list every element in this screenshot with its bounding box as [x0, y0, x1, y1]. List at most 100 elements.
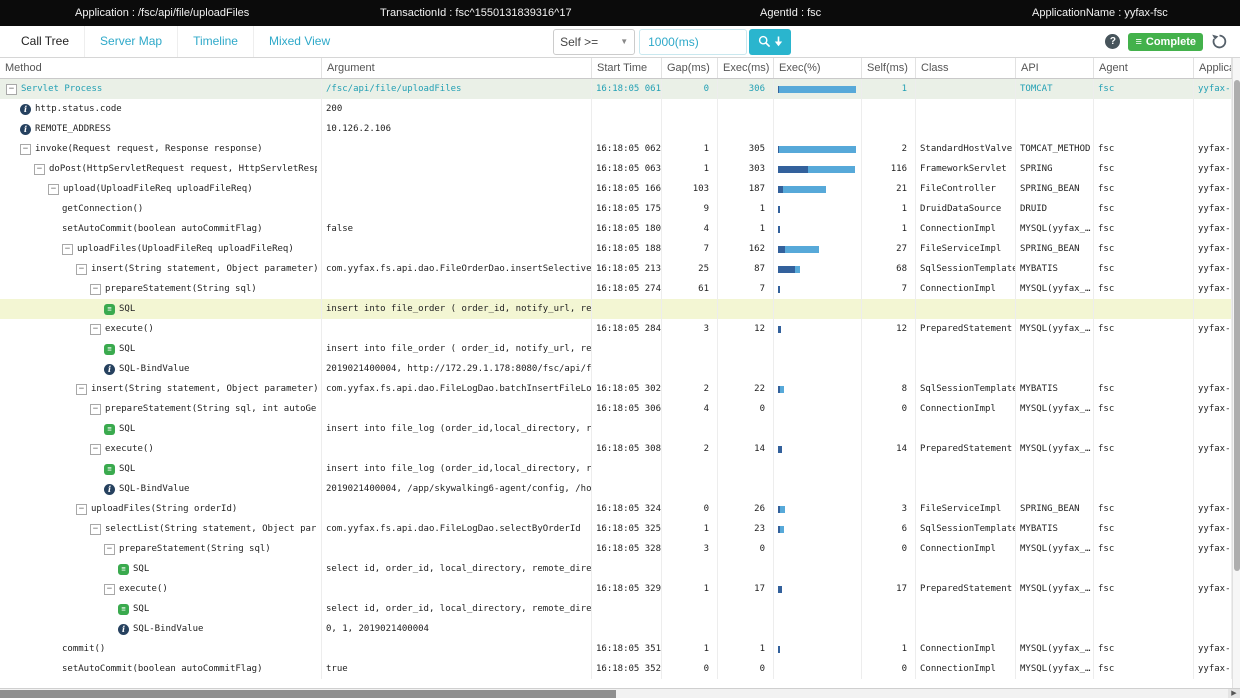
method-name: prepareStatement(String sql): [105, 279, 257, 299]
start-time-cell: 16:18:05 324: [592, 499, 662, 519]
call-tree-row[interactable]: −execute()16:18:05 30821414PreparedState…: [0, 439, 1232, 459]
scroll-right-arrow-icon[interactable]: ▶: [1228, 689, 1240, 698]
toolbar: Call Tree Server Map Timeline Mixed View…: [0, 26, 1240, 58]
exec-percent-cell: [774, 239, 862, 259]
tab-mixed-view[interactable]: Mixed View: [253, 26, 345, 57]
exec-percent-cell: [774, 399, 862, 419]
class-cell: StandardHostValve: [916, 139, 1016, 159]
column-header-exec[interactable]: Exec(%): [774, 58, 862, 78]
exec-ms-cell: [718, 419, 774, 439]
start-time-cell: 16:18:05 175: [592, 199, 662, 219]
call-tree-row[interactable]: −invoke(Request request, Response respon…: [0, 139, 1232, 159]
call-tree-row[interactable]: getConnection()16:18:05 175911DruidDataS…: [0, 199, 1232, 219]
refresh-icon[interactable]: [1211, 33, 1228, 50]
tab-timeline[interactable]: Timeline: [177, 26, 253, 57]
call-tree-row[interactable]: setAutoCommit(boolean autoCommitFlag)fal…: [0, 219, 1232, 239]
vertical-scrollbar-thumb[interactable]: [1234, 80, 1240, 571]
call-tree-row[interactable]: iSQL-BindValue2019021400004, http://172.…: [0, 359, 1232, 379]
call-tree-row[interactable]: setAutoCommit(boolean autoCommitFlag)tru…: [0, 659, 1232, 679]
class-cell: ConnectionImpl: [916, 399, 1016, 419]
method-cell: ≡SQL: [0, 339, 322, 359]
collapse-icon[interactable]: −: [34, 164, 45, 175]
api-cell: MYSQL(yyfax_…: [1016, 539, 1094, 559]
start-time-cell: 16:18:05 329: [592, 579, 662, 599]
column-header-exec-ms[interactable]: Exec(ms): [718, 58, 774, 78]
exec-ms-cell: [718, 99, 774, 119]
exec-percent-cell: [774, 439, 862, 459]
call-tree-row[interactable]: iREMOTE_ADDRESS10.126.2.106: [0, 119, 1232, 139]
call-tree-row[interactable]: −uploadFiles(String orderId)16:18:05 324…: [0, 499, 1232, 519]
agent-cell: [1094, 339, 1194, 359]
column-header-argument[interactable]: Argument: [322, 58, 592, 78]
collapse-icon[interactable]: −: [104, 544, 115, 555]
collapse-icon[interactable]: −: [76, 264, 87, 275]
call-tree-row[interactable]: −Servlet Process/fsc/api/file/uploadFile…: [0, 79, 1232, 99]
collapse-icon[interactable]: −: [90, 324, 101, 335]
call-tree-row[interactable]: ≡SQLselect id, order_id, local_directory…: [0, 599, 1232, 619]
gap-ms-cell: 25: [662, 259, 718, 279]
agent-cell: fsc: [1094, 639, 1194, 659]
collapse-icon[interactable]: −: [20, 144, 31, 155]
api-cell: [1016, 359, 1094, 379]
call-tree-row[interactable]: −prepareStatement(String sql, int autoGe…: [0, 399, 1232, 419]
filter-type-select[interactable]: Self >= ▼: [553, 29, 635, 55]
method-name: execute(): [119, 579, 168, 599]
call-tree-row[interactable]: iSQL-BindValue2019021400004, /app/skywal…: [0, 479, 1232, 499]
call-tree-row[interactable]: ≡SQLinsert into file_order ( order_id, n…: [0, 299, 1232, 319]
collapse-icon[interactable]: −: [90, 444, 101, 455]
column-header-method[interactable]: Method: [0, 58, 322, 78]
tab-server-map[interactable]: Server Map: [84, 26, 177, 57]
column-header-class[interactable]: Class: [916, 58, 1016, 78]
search-button[interactable]: [749, 29, 791, 55]
call-tree-row[interactable]: −execute()16:18:05 32911717PreparedState…: [0, 579, 1232, 599]
horizontal-scrollbar[interactable]: ▶: [0, 688, 1240, 698]
call-tree-row[interactable]: −prepareStatement(String sql)16:18:05 32…: [0, 539, 1232, 559]
method-name: SQL: [133, 599, 149, 619]
help-icon[interactable]: ?: [1105, 34, 1120, 49]
method-name: selectList(String statement, Object para…: [105, 519, 317, 539]
column-header-agent[interactable]: Agent: [1094, 58, 1194, 78]
class-cell: ConnectionImpl: [916, 639, 1016, 659]
call-tree-row[interactable]: −upload(UploadFileReq uploadFileReq)16:1…: [0, 179, 1232, 199]
column-header-gap-ms[interactable]: Gap(ms): [662, 58, 718, 78]
call-tree-row[interactable]: −prepareStatement(String sql)16:18:05 27…: [0, 279, 1232, 299]
vertical-scrollbar[interactable]: [1232, 58, 1240, 688]
exec-percent-bar: [778, 286, 856, 293]
collapse-icon[interactable]: −: [104, 584, 115, 595]
collapse-icon[interactable]: −: [90, 524, 101, 535]
collapse-icon[interactable]: −: [76, 384, 87, 395]
collapse-icon[interactable]: −: [62, 244, 73, 255]
call-tree-table: MethodArgumentStart TimeGap(ms)Exec(ms)E…: [0, 58, 1232, 688]
call-tree-row[interactable]: −insert(String statement, Object paramet…: [0, 379, 1232, 399]
collapse-icon[interactable]: −: [90, 404, 101, 415]
collapse-icon[interactable]: −: [6, 84, 17, 95]
call-tree-row[interactable]: ≡SQLinsert into file_log (order_id,local…: [0, 459, 1232, 479]
column-header-start-time[interactable]: Start Time: [592, 58, 662, 78]
filter-threshold-input[interactable]: [639, 29, 747, 55]
tab-call-tree[interactable]: Call Tree: [6, 26, 84, 57]
class-cell: [916, 339, 1016, 359]
call-tree-row[interactable]: ≡SQLselect id, order_id, local_directory…: [0, 559, 1232, 579]
collapse-icon[interactable]: −: [90, 284, 101, 295]
exec-percent-bar: [778, 146, 856, 153]
horizontal-scrollbar-thumb[interactable]: [0, 690, 616, 698]
call-tree-row[interactable]: commit()16:18:05 351111ConnectionImplMYS…: [0, 639, 1232, 659]
api-cell: [1016, 99, 1094, 119]
call-tree-row[interactable]: −doPost(HttpServletRequest request, Http…: [0, 159, 1232, 179]
call-tree-row[interactable]: ≡SQLinsert into file_order ( order_id, n…: [0, 339, 1232, 359]
call-tree-row[interactable]: −selectList(String statement, Object par…: [0, 519, 1232, 539]
call-tree-row[interactable]: −execute()16:18:05 28431212PreparedState…: [0, 319, 1232, 339]
column-header-api[interactable]: API: [1016, 58, 1094, 78]
column-header-self-ms[interactable]: Self(ms): [862, 58, 916, 78]
exec-ms-cell: 17: [718, 579, 774, 599]
call-tree-row[interactable]: −uploadFiles(UploadFileReq uploadFileReq…: [0, 239, 1232, 259]
call-tree-row[interactable]: ≡SQLinsert into file_log (order_id,local…: [0, 419, 1232, 439]
call-tree-row[interactable]: iSQL-BindValue0, 1, 2019021400004: [0, 619, 1232, 639]
argument-cell: [322, 579, 592, 599]
collapse-icon[interactable]: −: [48, 184, 59, 195]
collapse-icon[interactable]: −: [76, 504, 87, 515]
call-tree-row[interactable]: −insert(String statement, Object paramet…: [0, 259, 1232, 279]
application-cell: yyfax-fsc: [1194, 259, 1232, 279]
call-tree-row[interactable]: ihttp.status.code200: [0, 99, 1232, 119]
column-header-application[interactable]: Application: [1194, 58, 1232, 78]
